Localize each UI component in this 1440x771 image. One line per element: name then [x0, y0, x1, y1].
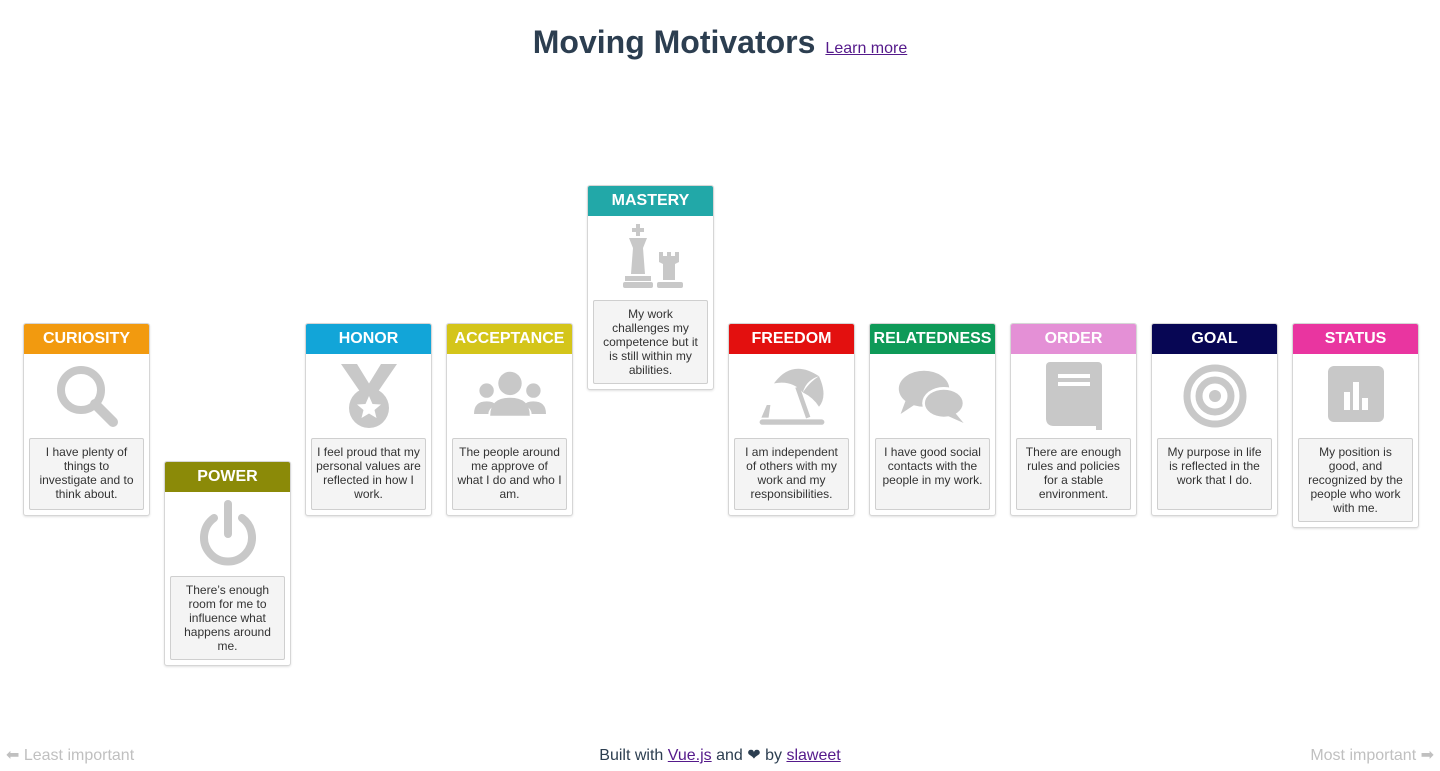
card-description: I am independent of others with my work … — [734, 438, 849, 510]
chess-icon — [588, 216, 713, 300]
beach-umbrella-icon — [729, 354, 854, 438]
most-important-label: Most important ➡ — [1310, 747, 1434, 764]
card-honor[interactable]: HONOR I feel proud that my personal valu… — [305, 323, 432, 516]
bar-chart-icon — [1293, 354, 1418, 438]
card-title: STATUS — [1293, 324, 1418, 354]
book-icon — [1011, 354, 1136, 438]
card-description: There’s enough room for me to influence … — [170, 576, 285, 660]
card-title: HONOR — [306, 324, 431, 354]
card-title: ACCEPTANCE — [447, 324, 572, 354]
card-description: The people around me approve of what I d… — [452, 438, 567, 510]
vuejs-link[interactable]: Vue.js — [668, 747, 712, 764]
card-description: There are enough rules and policies for … — [1016, 438, 1131, 510]
card-curiosity[interactable]: CURIOSITY I have plenty of things to inv… — [23, 323, 150, 516]
card-acceptance[interactable]: ACCEPTANCE The people around me approve … — [446, 323, 573, 516]
card-order[interactable]: ORDER There are enough rules and policie… — [1010, 323, 1137, 516]
medal-icon — [306, 354, 431, 438]
card-title: RELATEDNESS — [870, 324, 995, 354]
header: Moving Motivators Learn more — [0, 24, 1440, 61]
card-description: My position is good, and recognized by t… — [1298, 438, 1413, 522]
card-description: I have good social contacts with the peo… — [875, 438, 990, 510]
card-description: My purpose in life is reflected in the w… — [1157, 438, 1272, 510]
card-relatedness[interactable]: RELATEDNESS I have good social contacts … — [869, 323, 996, 516]
card-description: I feel proud that my personal values are… — [311, 438, 426, 510]
card-title: ORDER — [1011, 324, 1136, 354]
card-title: CURIOSITY — [24, 324, 149, 354]
card-status[interactable]: STATUS My position is good, and recogniz… — [1292, 323, 1419, 528]
chat-bubbles-icon — [870, 354, 995, 438]
card-title: POWER — [165, 462, 290, 492]
page-title: Moving Motivators — [532, 24, 816, 60]
card-title: FREEDOM — [729, 324, 854, 354]
card-power[interactable]: POWER There’s enough room for me to infl… — [164, 461, 291, 666]
and-love-text: and ❤ by — [716, 747, 782, 764]
card-goal[interactable]: GOAL My purpose in life is reflected in … — [1151, 323, 1278, 516]
card-description: I have plenty of things to investigate a… — [29, 438, 144, 510]
magnifier-icon — [24, 354, 149, 438]
footer-credits: Built with Vue.js and ❤ by slaweet — [0, 745, 1440, 765]
card-mastery[interactable]: MASTERY My work challenges my competence… — [587, 185, 714, 390]
learn-more-link[interactable]: Learn more — [825, 40, 907, 58]
card-description: My work challenges my competence but it … — [593, 300, 708, 384]
target-icon — [1152, 354, 1277, 438]
power-icon — [165, 492, 290, 576]
author-link[interactable]: slaweet — [786, 747, 840, 764]
card-freedom[interactable]: FREEDOM I am independent of others with … — [728, 323, 855, 516]
people-icon — [447, 354, 572, 438]
card-title: GOAL — [1152, 324, 1277, 354]
card-title: MASTERY — [588, 186, 713, 216]
built-with-text: Built with — [599, 747, 664, 764]
